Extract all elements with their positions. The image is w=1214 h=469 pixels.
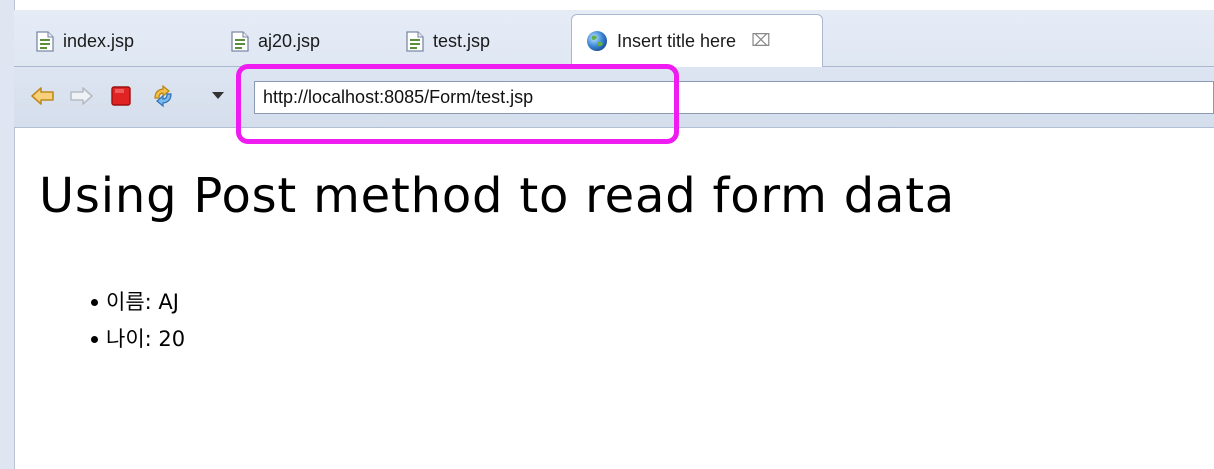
close-tab-icon[interactable]: ⌧ [751, 31, 771, 51]
tab-aj20-jsp[interactable]: aj20.jsp [231, 18, 320, 64]
bullet-icon [91, 299, 98, 306]
back-arrow-icon[interactable] [28, 81, 58, 111]
editor-tab-bar: index.jsp aj20.jsp test.jsp Insert title… [14, 10, 1214, 67]
tab-index-jsp[interactable]: index.jsp [36, 18, 134, 64]
browser-toolbar [14, 67, 1214, 128]
list-item-text: 이름: AJ [106, 290, 179, 314]
tab-label: index.jsp [63, 30, 135, 51]
dropdown-arrow-icon[interactable] [210, 81, 226, 111]
tab-label: Insert title here [617, 30, 737, 51]
url-input[interactable] [254, 81, 1214, 114]
refresh-icon[interactable] [148, 81, 178, 111]
tab-insert-title-here[interactable]: Insert title here ⌧ [571, 14, 823, 67]
page-title: Using Post method to read form data [39, 168, 956, 224]
bullet-icon [91, 336, 98, 343]
jsp-file-icon [406, 30, 424, 52]
list-item-text: 나이: 20 [106, 327, 186, 351]
left-border [0, 0, 15, 469]
browser-frame: index.jsp aj20.jsp test.jsp Insert title… [0, 0, 1214, 469]
stop-icon[interactable] [106, 81, 136, 111]
list-item-name: 이름: AJ [64, 284, 185, 321]
jsp-file-icon [231, 30, 249, 52]
list-item-age: 나이: 20 [64, 321, 185, 358]
tab-label: aj20.jsp [258, 30, 321, 51]
globe-icon [586, 30, 608, 52]
tab-label: test.jsp [433, 30, 491, 51]
jsp-file-icon [36, 30, 54, 52]
form-data-list: 이름: AJ 나이: 20 [64, 284, 185, 358]
forward-arrow-icon[interactable] [66, 81, 96, 111]
tab-test-jsp[interactable]: test.jsp [406, 18, 490, 64]
